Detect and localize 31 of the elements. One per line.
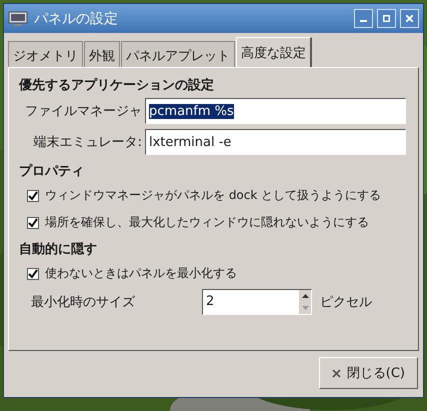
- window-title: パネルの設定: [34, 10, 119, 28]
- field-label: 端末エミュレータ:: [32, 134, 142, 151]
- checkbox-label[interactable]: 場所を確保し、最大化したウィンドウに隠れないようにする: [45, 214, 369, 231]
- checkbox[interactable]: [27, 268, 39, 280]
- close-icon: [406, 15, 413, 22]
- maximize-button[interactable]: [377, 9, 396, 28]
- checkbox[interactable]: [27, 216, 39, 228]
- tab[interactable]: ジオメトリ: [8, 41, 83, 67]
- input-field[interactable]: lxterminal -e: [145, 129, 406, 155]
- field-label: ファイルマネージャ: [24, 103, 142, 120]
- monitor-icon: [8, 10, 28, 26]
- checkbox[interactable]: [27, 190, 39, 202]
- minimize-button[interactable]: [354, 9, 373, 28]
- input-field[interactable]: pcmanfm %s: [145, 98, 406, 124]
- close-dialog-button[interactable]: 閉じる(C): [318, 357, 418, 389]
- maximize-icon: [383, 15, 390, 22]
- close-icon: [332, 368, 341, 378]
- spin-field[interactable]: 2: [202, 289, 312, 315]
- section-heading: プロパティ: [19, 162, 85, 180]
- tab[interactable]: 高度な設定: [236, 37, 312, 67]
- tab[interactable]: パネルアプレット: [121, 41, 235, 67]
- close-button[interactable]: [400, 9, 419, 28]
- section-heading: 自動的に隠す: [19, 241, 98, 258]
- checkbox-label[interactable]: ウィンドウマネージャがパネルを dock として扱うようにする: [45, 187, 382, 204]
- up-arrow-icon: [302, 294, 308, 298]
- checkbox-label[interactable]: 使わないときはパネルを最小化する: [45, 265, 237, 282]
- unit-label: ピクセル: [320, 294, 372, 311]
- down-arrow-icon: [302, 306, 308, 310]
- size-label: 最小化時のサイズ: [31, 294, 136, 311]
- tab[interactable]: 外観: [84, 41, 120, 67]
- section-heading: 優先するアプリケーションの設定: [19, 76, 215, 94]
